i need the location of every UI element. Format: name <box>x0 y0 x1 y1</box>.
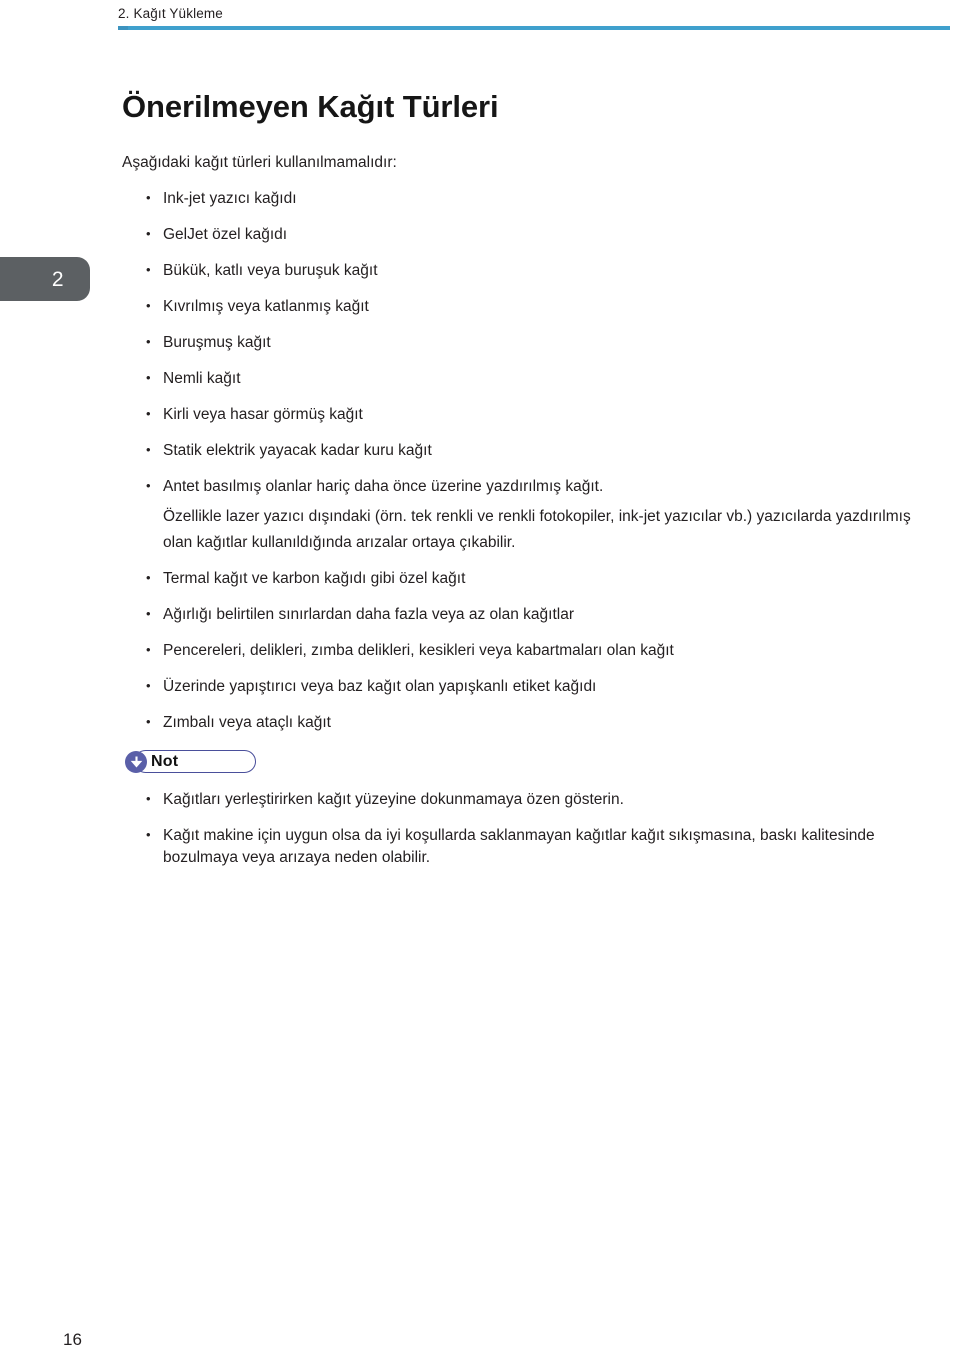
sub-paragraph-note: Özellikle lazer yazıcı dışındaki (örn. t… <box>163 508 911 551</box>
list-item: Buruşmuş kağıt <box>122 331 922 354</box>
chapter-running-head: 2. Kağıt Yükleme <box>118 6 223 21</box>
list-item: Termal kağıt ve karbon kağıdı gibi özel … <box>122 567 922 590</box>
list-item: Kıvrılmış veya katlanmış kağıt <box>122 295 922 318</box>
down-arrow-icon <box>125 751 147 773</box>
list-item: Kirli veya hasar görmüş kağıt <box>122 403 922 426</box>
list-item: Nemli kağıt <box>122 367 922 390</box>
note-badge: Not <box>125 750 258 775</box>
list-item: Kağıt makine için uygun olsa da iyi koşu… <box>122 824 922 869</box>
header-divider-rule <box>118 26 950 30</box>
page-number: 16 <box>63 1330 82 1349</box>
note-badge-label: Not <box>151 753 179 770</box>
list-item: Zımbalı veya ataçlı kağıt <box>122 711 922 734</box>
list-item: Statik elektrik yayacak kadar kuru kağıt <box>122 439 922 462</box>
list-item: Ağırlığı belirtilen sınırlardan daha faz… <box>122 603 922 626</box>
list-item: Pencereleri, delikleri, zımba delikleri,… <box>122 639 922 662</box>
document-page: 2. Kağıt Yükleme 2 Önerilmeyen Kağıt Tür… <box>0 0 960 1363</box>
list-item: Üzerinde yapıştırıcı veya baz kağıt olan… <box>122 675 922 698</box>
intro-paragraph: Aşağıdaki kağıt türleri kullanılmamalıdı… <box>122 154 397 171</box>
list-item: GelJet özel kağıdı <box>122 223 922 246</box>
unsuitable-paper-list-part1: Ink-jet yazıcı kağıdı GelJet özel kağıdı… <box>122 187 922 498</box>
page-content: Önerilmeyen Kağıt Türleri Aşağıdaki kağı… <box>122 88 922 869</box>
list-item: Ink-jet yazıcı kağıdı <box>122 187 922 210</box>
list-item: Kağıtları yerleştirirken kağıt yüzeyine … <box>122 788 922 811</box>
unsuitable-paper-list-part2: Termal kağıt ve karbon kağıdı gibi özel … <box>122 567 922 734</box>
chapter-tab-marker: 2 <box>0 257 90 301</box>
page-header: 2. Kağıt Yükleme <box>118 6 950 30</box>
list-item: Bükük, katlı veya buruşuk kağıt <box>122 259 922 282</box>
note-bullet-list: Kağıtları yerleştirirken kağıt yüzeyine … <box>122 788 922 869</box>
list-item: Antet basılmış olanlar hariç daha önce ü… <box>122 475 922 498</box>
chapter-tab-number: 2 <box>51 267 64 291</box>
page-title: Önerilmeyen Kağıt Türleri <box>122 89 499 124</box>
